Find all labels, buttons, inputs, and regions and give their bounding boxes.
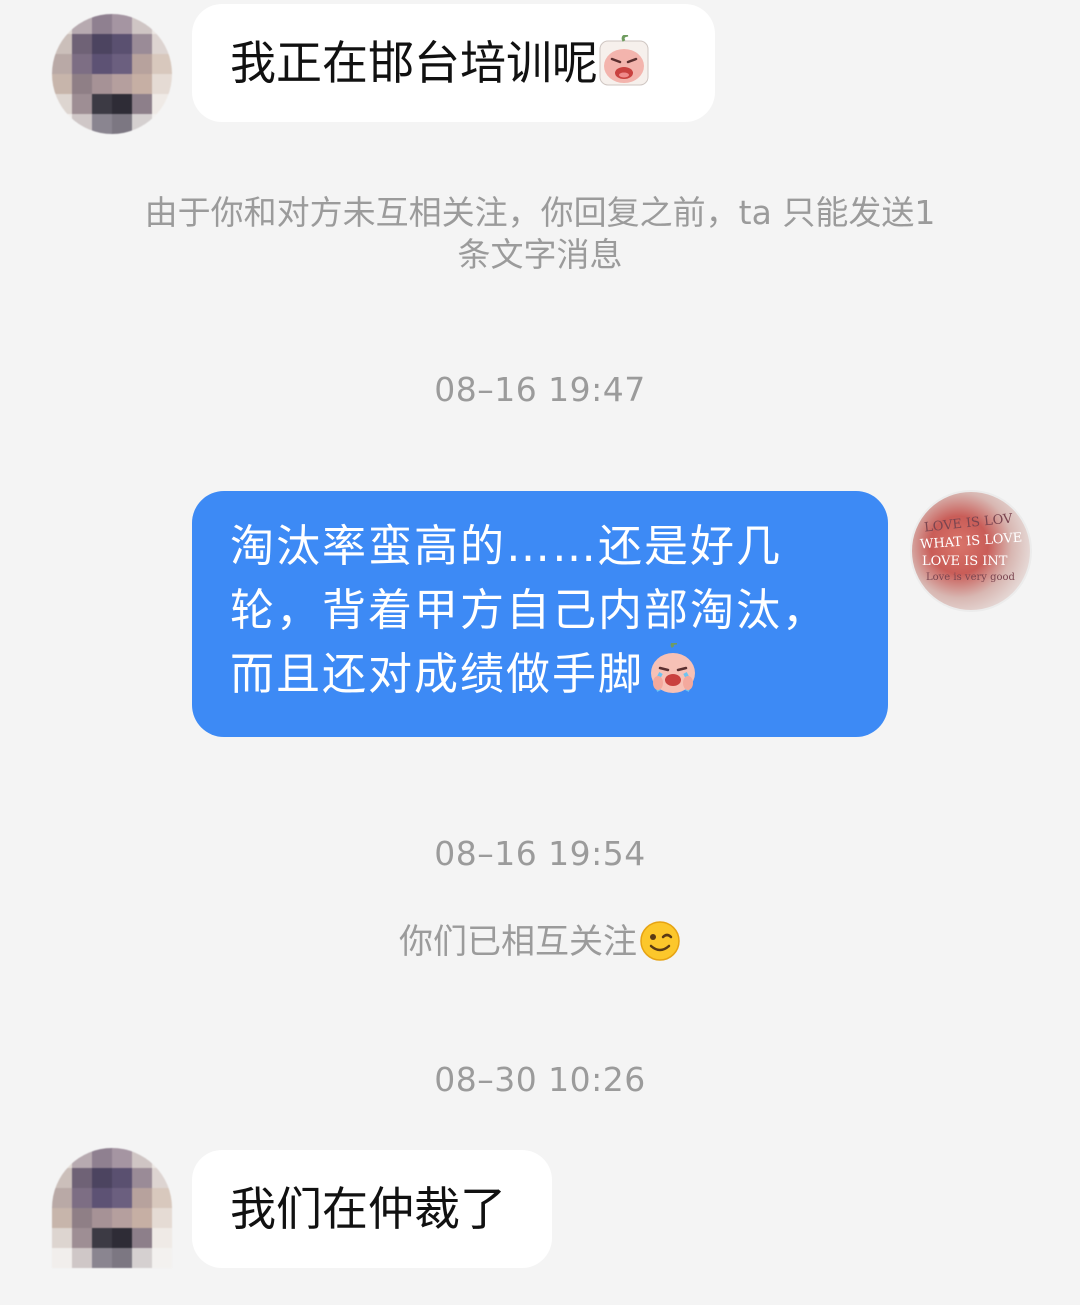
message-text: 我们在仲裁了 [230, 1182, 506, 1236]
message-text: 我正在邯台培训呢 [230, 36, 598, 90]
message-bubble-incoming[interactable]: 我正在邯台培训呢 [192, 4, 715, 122]
contact-avatar[interactable] [52, 1148, 172, 1268]
restriction-notice: 由于你和对方未互相关注，你回复之前，ta 只能发送1 条文字消息 [90, 192, 990, 276]
message-bubble-outgoing[interactable]: 淘汰率蛮高的……还是好几 轮，背着甲方自己内部淘汰， 而且还对成绩做手脚 [192, 491, 888, 737]
avatar-lettering: LOVE IS INT [922, 554, 1008, 569]
notice-line-1: 由于你和对方未互相关注，你回复之前，ta 只能发送1 [144, 193, 936, 232]
message-text-line-2: 轮，背着甲方自己内部淘汰， [230, 585, 828, 636]
message-bubble-incoming[interactable]: 我们在仲裁了 [192, 1150, 552, 1268]
message-text-line-3: 而且还对成绩做手脚 [230, 649, 644, 700]
timestamp: 08–30 10:26 [434, 1060, 646, 1099]
wink-emoji-icon [639, 920, 681, 962]
message-text-line-1: 淘汰率蛮高的……还是好几 [230, 521, 782, 572]
sobbing-peach-emoji-icon [646, 641, 700, 697]
notice-line-2: 条文字消息 [457, 235, 623, 274]
crying-peach-emoji-icon [598, 33, 650, 87]
timestamp: 08–16 19:47 [434, 370, 646, 409]
contact-avatar[interactable] [52, 14, 172, 134]
follow-text: 你们已相互关注 [399, 922, 637, 962]
timestamp: 08–16 19:54 [434, 834, 646, 873]
mutual-follow-notice: 你们已相互关注 [0, 920, 1080, 963]
avatar-lettering: Love is very good [926, 572, 1015, 583]
my-avatar[interactable]: LOVE IS LOV WHAT IS LOVE LOVE IS INT Lov… [910, 490, 1032, 612]
